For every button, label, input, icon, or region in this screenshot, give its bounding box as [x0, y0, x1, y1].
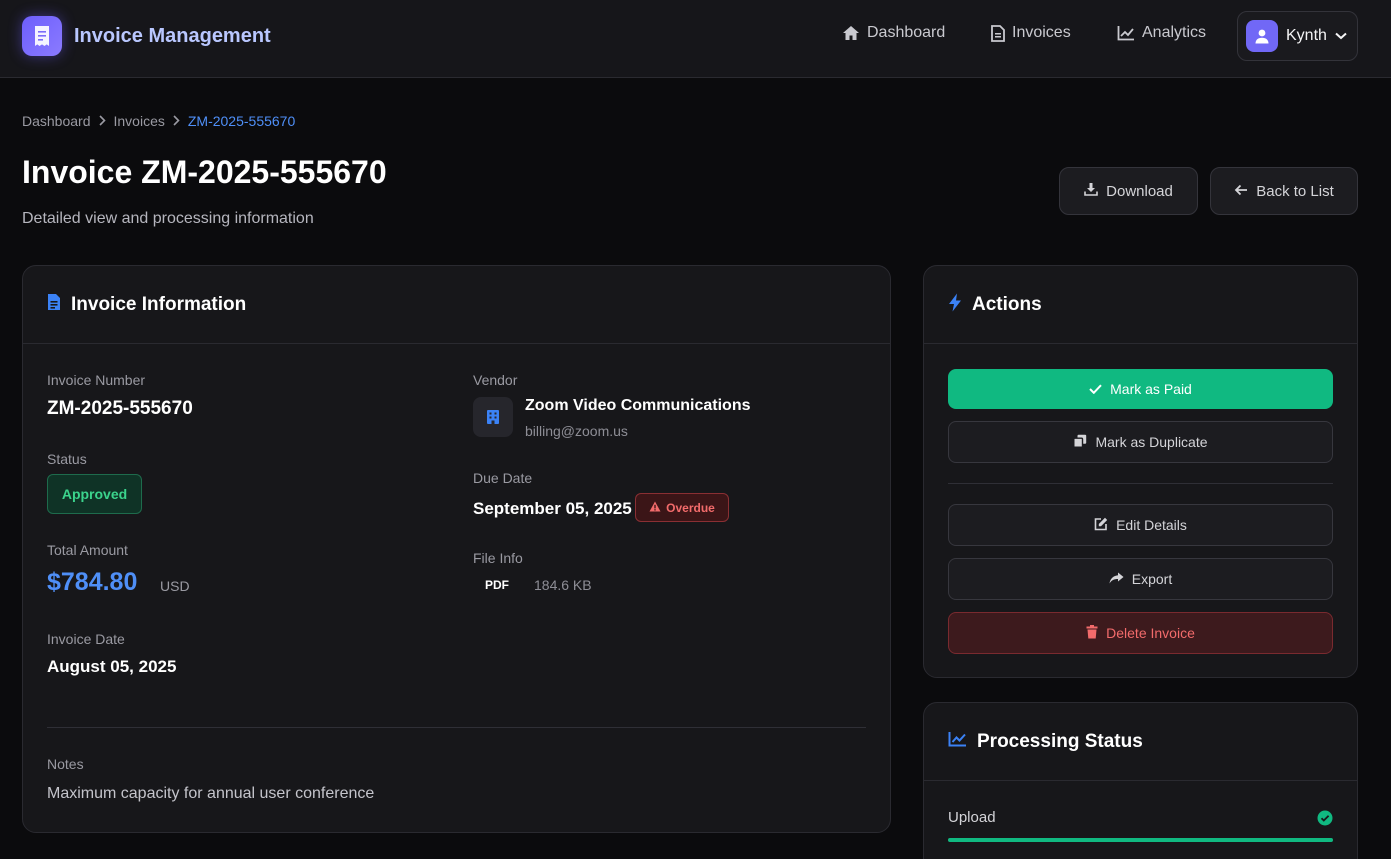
- nav-dashboard-label: Dashboard: [867, 24, 946, 41]
- nav-analytics[interactable]: Analytics: [1117, 24, 1206, 42]
- invoice-info-header: Invoice Information: [23, 266, 890, 344]
- mark-as-duplicate-label: Mark as Duplicate: [1095, 434, 1208, 450]
- export-button[interactable]: Export: [948, 558, 1333, 600]
- share-icon: [1109, 571, 1124, 587]
- chart-line-icon: [948, 731, 967, 752]
- copy-icon: [1073, 434, 1087, 451]
- top-navbar: Invoice Management Dashboard Invoices An…: [0, 0, 1391, 78]
- divider: [47, 727, 866, 728]
- delete-invoice-label: Delete Invoice: [1106, 625, 1195, 641]
- receipt-icon: [22, 16, 62, 56]
- brand[interactable]: Invoice Management: [22, 16, 271, 56]
- invoice-number: ZM-2025-555670: [47, 398, 193, 419]
- warning-icon: [649, 501, 661, 515]
- actions-divider: [948, 483, 1333, 484]
- mark-as-duplicate-button[interactable]: Mark as Duplicate: [948, 421, 1333, 463]
- download-label: Download: [1106, 182, 1173, 200]
- breadcrumb-invoices[interactable]: Invoices: [114, 113, 165, 129]
- nav-dashboard[interactable]: Dashboard: [842, 24, 945, 42]
- home-icon: [842, 25, 860, 41]
- invoice-info-card: Invoice Information Invoice Number ZM-20…: [22, 265, 891, 833]
- file-info-label: File Info: [473, 550, 523, 566]
- chevron-right-icon: [173, 113, 180, 129]
- arrow-left-icon: [1234, 183, 1248, 200]
- invoice-number-label: Invoice Number: [47, 372, 146, 388]
- total-amount-label: Total Amount: [47, 542, 128, 558]
- breadcrumb-dashboard[interactable]: Dashboard: [22, 113, 91, 129]
- edit-icon: [1094, 517, 1108, 534]
- processing-status-title: Processing Status: [977, 730, 1143, 752]
- due-date-label: Due Date: [473, 470, 533, 486]
- breadcrumb-current: ZM-2025-555670: [187, 113, 296, 129]
- vendor-label: Vendor: [473, 372, 518, 388]
- notes-label: Notes: [47, 756, 84, 772]
- user-icon: [1255, 29, 1269, 44]
- export-label: Export: [1131, 571, 1173, 587]
- overdue-badge: Overdue: [635, 493, 729, 522]
- back-to-list-button[interactable]: Back to List: [1210, 167, 1358, 215]
- nav-analytics-label: Analytics: [1142, 24, 1207, 41]
- actions-card: Actions Mark as Paid Mark as Duplicate E…: [923, 265, 1358, 678]
- invoice-info-title: Invoice Information: [71, 293, 247, 315]
- file-size: 184.6 KB: [534, 577, 592, 593]
- currency: USD: [160, 578, 190, 594]
- app-title: Invoice Management: [74, 24, 271, 47]
- chevron-right-icon: [98, 113, 106, 129]
- invoice-date: August 05, 2025: [47, 657, 177, 676]
- trash-icon: [1086, 624, 1098, 642]
- upload-step-label: Upload: [948, 809, 996, 826]
- actions-header: Actions: [924, 266, 1357, 344]
- user-name: Kynth: [1286, 27, 1327, 44]
- download-button[interactable]: Download: [1059, 167, 1198, 215]
- chart-line-icon: [1117, 25, 1135, 41]
- processing-status-card: Processing Status Upload: [923, 702, 1358, 859]
- breadcrumb: Dashboard Invoices ZM-2025-555670: [22, 113, 295, 129]
- status-badge: Approved: [47, 474, 142, 514]
- mark-as-paid-label: Mark as Paid: [1110, 381, 1192, 397]
- file-alt-icon: [47, 293, 61, 316]
- overdue-label: Overdue: [666, 500, 715, 515]
- processing-status-header: Processing Status: [924, 703, 1357, 781]
- mark-as-paid-button[interactable]: Mark as Paid: [948, 369, 1333, 409]
- avatar: [1246, 20, 1278, 52]
- delete-invoice-button[interactable]: Delete Invoice: [948, 612, 1333, 654]
- notes-text: Maximum capacity for annual user confere…: [47, 785, 375, 802]
- actions-title: Actions: [972, 293, 1042, 315]
- total-amount: $784.80: [47, 568, 138, 596]
- nav-invoices-label: Invoices: [1012, 24, 1071, 41]
- status-label: Status: [47, 451, 87, 467]
- check-circle-icon: [1317, 810, 1333, 831]
- back-to-list-label: Back to List: [1256, 182, 1334, 200]
- upload-progress-fill: [948, 838, 1333, 842]
- file-icon: [991, 24, 1005, 42]
- due-date: September 05, 2025: [473, 499, 632, 518]
- bolt-icon: [948, 293, 962, 317]
- page-title: Invoice ZM-2025-555670: [22, 154, 387, 190]
- user-menu-button[interactable]: Kynth: [1237, 11, 1358, 61]
- check-icon: [1089, 381, 1102, 397]
- invoice-date-label: Invoice Date: [47, 631, 125, 647]
- edit-details-button[interactable]: Edit Details: [948, 504, 1333, 546]
- nav-invoices[interactable]: Invoices: [991, 24, 1071, 42]
- vendor-email: billing@zoom.us: [525, 423, 628, 439]
- page-subtitle: Detailed view and processing information: [22, 210, 314, 227]
- edit-details-label: Edit Details: [1116, 517, 1187, 533]
- download-icon: [1084, 182, 1098, 200]
- building-icon: [473, 397, 513, 437]
- file-type: PDF: [485, 578, 509, 592]
- vendor-name: Zoom Video Communications: [525, 397, 751, 414]
- chevron-down-icon: [1335, 27, 1347, 45]
- upload-progress-bar: [948, 838, 1333, 842]
